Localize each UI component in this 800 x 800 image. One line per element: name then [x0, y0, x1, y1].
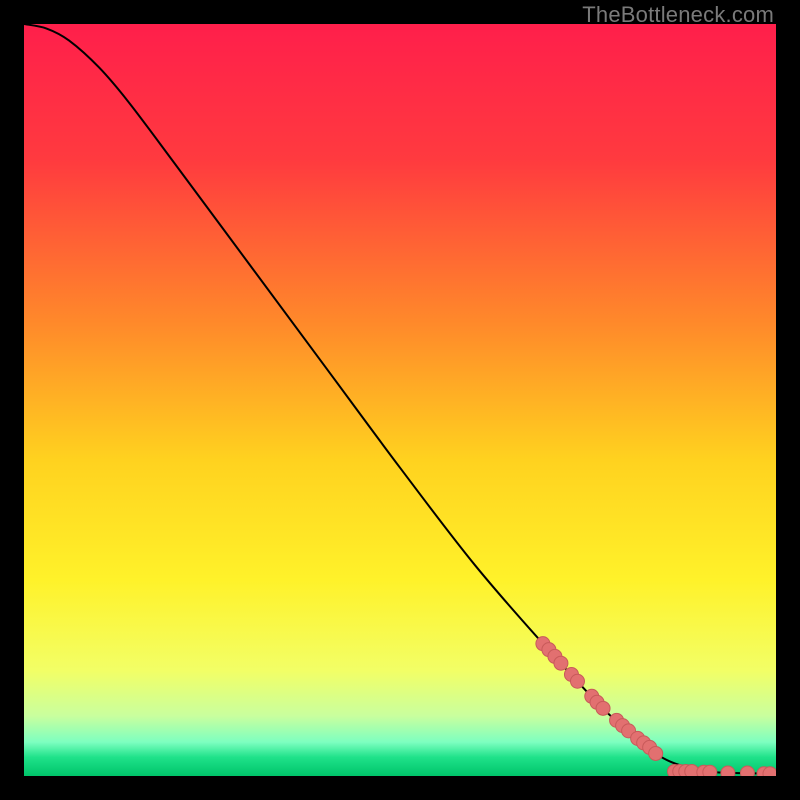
chart-background-gradient: [24, 24, 776, 776]
chart-canvas: [24, 24, 776, 776]
data-marker: [703, 765, 717, 776]
data-marker: [570, 674, 584, 688]
plot-frame: [24, 24, 776, 776]
data-marker: [740, 766, 754, 776]
data-marker: [596, 701, 610, 715]
data-marker: [721, 766, 735, 776]
data-marker: [554, 656, 568, 670]
data-marker: [649, 746, 663, 760]
